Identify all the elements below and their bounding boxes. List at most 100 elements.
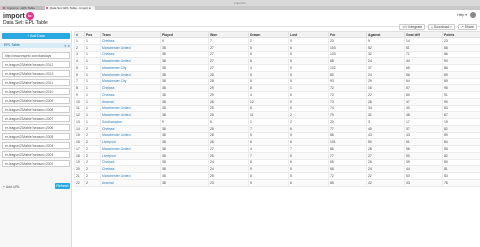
team-link[interactable]: Manchester United bbox=[100, 57, 161, 65]
team-link[interactable]: Chelsea bbox=[100, 50, 161, 59]
download-button[interactable]: ⤓ Download ▾ bbox=[428, 24, 455, 30]
table-row[interactable]: 17 2 Manchester United 38 27 4 7 86 28 58 85 bbox=[74, 145, 480, 153]
table-row[interactable]: 22 2 Arsenal 38 23 9 6 85 42 43 78 bbox=[74, 178, 480, 187]
team-link[interactable]: Chelsea bbox=[100, 91, 161, 99]
team-link[interactable]: Chelsea bbox=[100, 37, 161, 45]
team-link[interactable]: Liverpool bbox=[100, 151, 161, 160]
table-cell: 5 bbox=[288, 131, 329, 140]
table-cell: 19 bbox=[74, 158, 85, 167]
table-cell: 102 bbox=[328, 64, 367, 72]
table-row[interactable]: 16 2 Liverpool 38 26 6 6 101 50 51 84 bbox=[74, 138, 480, 146]
table-row[interactable]: 19 2 Chelsea 38 24 8 6 65 26 39 80 bbox=[74, 158, 480, 167]
table-cell: 65 bbox=[328, 158, 367, 167]
table-cell: 6 bbox=[288, 158, 329, 167]
url-input[interactable]: er-league/23/table?season=2011 bbox=[2, 79, 70, 86]
table-row[interactable]: 6 1 Manchester United 38 28 5 5 80 24 56 89 bbox=[74, 70, 480, 79]
table-row[interactable]: 21 2 Manchester United 38 25 8 5 72 22 50 83 bbox=[74, 172, 480, 180]
table-row[interactable]: 20 2 Chelsea 38 24 9 5 68 24 44 81 bbox=[74, 165, 480, 173]
table-row[interactable]: 2 1 Manchester United 38 27 5 6 103 52 51 86 bbox=[74, 43, 480, 52]
url-input[interactable]: er-league/23/table?season=2009 bbox=[2, 97, 70, 104]
refresh-button[interactable]: Refresh bbox=[55, 183, 70, 189]
team-link[interactable]: Manchester United bbox=[100, 70, 161, 79]
url-input[interactable]: er-league/23/table?season=2012 bbox=[2, 61, 70, 68]
team-link[interactable]: Manchester United bbox=[100, 111, 161, 119]
url-input[interactable]: er-league/23/table?season=2006 bbox=[2, 124, 70, 131]
team-link[interactable]: Manchester United bbox=[100, 145, 161, 153]
table-cell: 38 bbox=[160, 70, 209, 79]
avatar[interactable] bbox=[470, 12, 476, 18]
table-cell: 20 bbox=[74, 165, 85, 173]
team-link[interactable]: Chelsea bbox=[100, 165, 161, 173]
team-link[interactable]: Arsenal bbox=[100, 97, 161, 106]
data-table-container[interactable]: # Pos Team Played Won Drawn Lost For Against Goal… bbox=[74, 31, 480, 247]
url-input[interactable]: er-league/23/table?season=2002 bbox=[2, 160, 70, 167]
table-cell: 73 bbox=[328, 97, 367, 106]
table-cell: 38 bbox=[160, 97, 209, 106]
table-row[interactable]: 13 1 Southampton 9 6 1 2 20 3 17 19 bbox=[74, 118, 480, 126]
logo[interactable]: import io bbox=[3, 12, 34, 20]
team-link[interactable]: Manchester United bbox=[100, 43, 161, 52]
table-row[interactable]: 4 1 Manchester United 38 27 6 5 68 24 44 90 bbox=[74, 57, 480, 65]
table-cell: 37 bbox=[366, 64, 405, 72]
url-input[interactable]: er-league/23/table?season=2008 bbox=[2, 106, 70, 113]
table-row[interactable]: 18 2 Liverpool 38 25 7 6 77 27 50 82 bbox=[74, 151, 480, 160]
team-link[interactable]: Manchester United bbox=[100, 104, 161, 113]
table-cell: 1 bbox=[84, 43, 101, 52]
url-input[interactable]: er-league/23/table?season=2007 bbox=[2, 115, 70, 122]
table-cell: 51 bbox=[404, 43, 443, 52]
table-row[interactable]: 8 1 Chelsea 38 29 8 1 72 15 57 95 bbox=[74, 84, 480, 92]
team-link[interactable]: Arsenal bbox=[100, 178, 161, 187]
team-link[interactable]: Chelsea bbox=[100, 158, 161, 167]
help-menu[interactable]: Help ▾ bbox=[457, 13, 467, 17]
table-row[interactable]: 3 1 Chelsea 38 27 6 5 103 32 71 86 bbox=[74, 50, 480, 59]
table-cell: 27 bbox=[208, 43, 249, 52]
integrate-button[interactable]: </> Integrate bbox=[399, 24, 426, 30]
url-input[interactable]: er-league/23/table?season=2010 bbox=[2, 88, 70, 95]
table-cell: 1 bbox=[84, 104, 101, 113]
selected-source[interactable]: EPL Table ✎ ✕ bbox=[0, 43, 72, 48]
team-link[interactable]: Liverpool bbox=[100, 138, 161, 146]
table-row[interactable]: 5 1 Manchester City 38 27 4 9 102 37 65 86 bbox=[74, 64, 480, 72]
url-input[interactable]: er-league/23/table?season=2003 bbox=[2, 151, 70, 158]
table-row[interactable]: 11 1 Manchester United 38 25 8 5 74 34 40 83 bbox=[74, 104, 480, 113]
table-cell: 22 bbox=[366, 91, 405, 99]
table-cell: 1 bbox=[84, 111, 101, 119]
table-cell: 5 bbox=[248, 70, 289, 79]
table-cell: 6 bbox=[248, 50, 289, 59]
table-row[interactable]: 15 2 Manchester United 38 28 5 5 86 43 43 89 bbox=[74, 131, 480, 140]
table-cell: 80 bbox=[442, 158, 480, 167]
table-cell: 29 bbox=[208, 84, 249, 92]
add-url-link[interactable]: + Add URL bbox=[3, 185, 20, 189]
add-data-button[interactable]: + Add Data bbox=[2, 33, 70, 39]
table-cell: 6 bbox=[288, 124, 329, 133]
table-cell: 29 bbox=[366, 77, 405, 86]
table-cell: 21 bbox=[74, 172, 85, 180]
url-input[interactable]: http://www.espnfc.com/barclays bbox=[2, 52, 70, 59]
share-button[interactable]: ↗ Share bbox=[457, 24, 477, 30]
table-cell: 1 bbox=[84, 37, 101, 45]
table-cell: 6 bbox=[208, 118, 249, 126]
source-actions-icon[interactable]: ✎ ✕ bbox=[64, 44, 70, 49]
table-row[interactable]: 1 1 Chelsea 9 7 2 0 23 9 14 23 bbox=[74, 37, 480, 45]
team-link[interactable]: Chelsea bbox=[100, 84, 161, 92]
table-cell: 10 bbox=[74, 97, 85, 106]
url-input[interactable]: er-league/23/table?season=2005 bbox=[2, 133, 70, 140]
table-row[interactable]: 7 1 Manchester City 38 28 5 5 93 29 64 89 bbox=[74, 77, 480, 86]
table-row[interactable]: 9 1 Chelsea 38 29 4 5 72 22 50 91 bbox=[74, 91, 480, 99]
table-cell: 1 bbox=[248, 118, 289, 126]
table-cell: 38 bbox=[160, 64, 209, 72]
table-row[interactable]: 10 1 Arsenal 38 26 12 0 73 26 47 90 bbox=[74, 97, 480, 106]
table-cell: 1 bbox=[84, 118, 101, 126]
table-row[interactable]: 14 2 Chelsea 38 25 7 6 77 40 37 82 bbox=[74, 124, 480, 133]
team-link[interactable]: Chelsea bbox=[100, 124, 161, 133]
table-row[interactable]: 12 1 Manchester United 38 25 11 2 79 31 48 87 bbox=[74, 111, 480, 119]
team-link[interactable]: Manchester United bbox=[100, 131, 161, 140]
team-link[interactable]: Manchester City bbox=[100, 64, 161, 72]
table-cell: 2 bbox=[84, 178, 101, 187]
team-link[interactable]: Manchester City bbox=[100, 77, 161, 86]
url-input[interactable]: er-league/23/table?season=2004 bbox=[2, 142, 70, 149]
table-cell: 1 bbox=[84, 57, 101, 65]
team-link[interactable]: Southampton bbox=[100, 118, 161, 126]
team-link[interactable]: Manchester United bbox=[100, 172, 161, 180]
url-input[interactable]: er-league/23/table?season=2013 bbox=[2, 70, 70, 77]
